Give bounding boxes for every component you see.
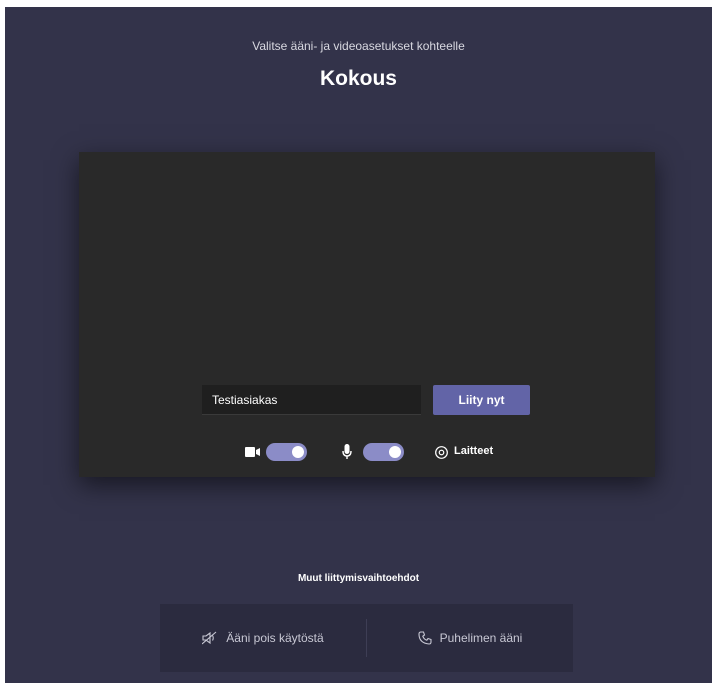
microphone-icon xyxy=(341,443,353,461)
other-join-options-title: Muut liittymisvaihtoehdot xyxy=(297,573,420,584)
camera-toggle[interactable] xyxy=(266,443,307,461)
other-join-options: Ääni pois käytöstä Puhelimen ääni xyxy=(160,604,573,672)
camera-toggle-knob xyxy=(292,446,304,458)
video-preview: Liity nyt xyxy=(79,152,655,477)
page-title: Kokous xyxy=(319,67,397,90)
microphone-toggle-knob xyxy=(389,446,401,458)
phone-audio-label: Puhelimen ääni xyxy=(439,631,523,645)
devices-link[interactable]: Laitteet xyxy=(454,445,493,457)
name-input[interactable] xyxy=(202,385,421,415)
audio-off-label: Ääni pois käytöstä xyxy=(226,631,324,645)
camera-icon xyxy=(245,445,261,459)
audio-off-option[interactable]: Ääni pois käytöstä xyxy=(160,604,366,672)
page-subtitle: Valitse ääni- ja videoasetukset kohteell… xyxy=(252,39,465,53)
join-now-button[interactable]: Liity nyt xyxy=(433,385,530,415)
microphone-toggle[interactable] xyxy=(363,443,404,461)
device-controls: Laitteet xyxy=(79,440,655,464)
speaker-off-icon xyxy=(202,631,218,645)
phone-icon xyxy=(418,631,432,645)
gear-icon[interactable] xyxy=(433,443,449,461)
meeting-prejoin-screen: Valitse ääni- ja videoasetukset kohteell… xyxy=(5,7,712,683)
phone-audio-option[interactable]: Puhelimen ääni xyxy=(367,604,573,672)
